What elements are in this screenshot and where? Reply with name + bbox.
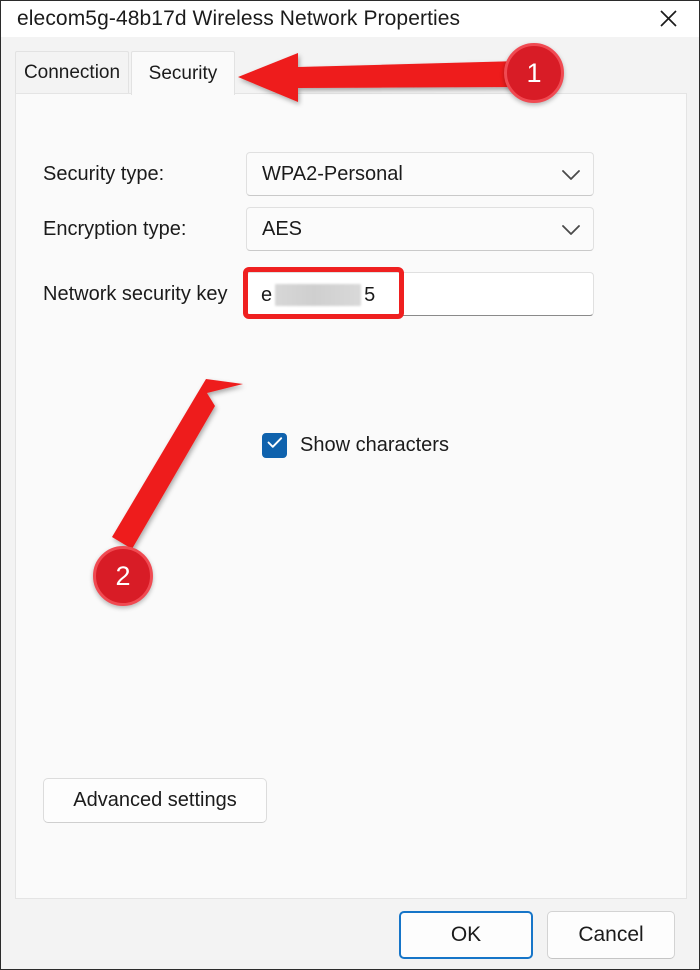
advanced-settings-label: Advanced settings bbox=[73, 789, 236, 812]
show-characters-checkbox[interactable]: Show characters bbox=[262, 430, 449, 460]
tab-security[interactable]: Security bbox=[131, 51, 235, 95]
window-title: elecom5g-48b17d Wireless Network Propert… bbox=[17, 5, 460, 33]
security-type-dropdown[interactable]: WPA2-Personal bbox=[246, 152, 594, 196]
close-button[interactable] bbox=[645, 1, 691, 35]
checkbox-box bbox=[262, 433, 287, 458]
wireless-network-properties-dialog: elecom5g-48b17d Wireless Network Propert… bbox=[0, 0, 700, 970]
network-security-key-value: e 5 bbox=[261, 273, 375, 316]
cancel-button[interactable]: Cancel bbox=[547, 911, 675, 959]
tab-strip: Connection Security bbox=[1, 37, 699, 95]
encryption-type-row: Encryption type: AES bbox=[16, 207, 686, 251]
close-icon bbox=[659, 9, 678, 28]
security-type-row: Security type: WPA2-Personal bbox=[16, 152, 686, 196]
network-security-key-input[interactable]: e 5 bbox=[246, 272, 594, 316]
security-type-value: WPA2-Personal bbox=[262, 153, 403, 197]
chevron-down-icon bbox=[562, 153, 580, 197]
encryption-type-dropdown[interactable]: AES bbox=[246, 207, 594, 251]
dialog-footer: OK Cancel bbox=[1, 899, 699, 969]
redaction-block bbox=[275, 284, 361, 306]
ok-button[interactable]: OK bbox=[399, 911, 533, 959]
key-prefix: e bbox=[261, 284, 272, 307]
checkmark-icon bbox=[267, 436, 283, 454]
network-security-key-row: Network security key e 5 bbox=[16, 272, 686, 316]
chevron-down-icon bbox=[562, 208, 580, 252]
tab-connection[interactable]: Connection bbox=[15, 51, 129, 93]
advanced-settings-button[interactable]: Advanced settings bbox=[43, 778, 267, 823]
title-bar: elecom5g-48b17d Wireless Network Propert… bbox=[1, 1, 699, 37]
security-tab-panel: Security type: WPA2-Personal Encryption … bbox=[15, 93, 687, 899]
tab-security-label: Security bbox=[149, 63, 218, 85]
encryption-type-label: Encryption type: bbox=[43, 207, 186, 251]
show-characters-label: Show characters bbox=[300, 434, 449, 457]
security-type-label: Security type: bbox=[43, 152, 164, 196]
encryption-type-value: AES bbox=[262, 208, 302, 252]
tab-connection-label: Connection bbox=[24, 62, 120, 84]
key-suffix: 5 bbox=[364, 284, 375, 307]
ok-button-label: OK bbox=[451, 923, 481, 947]
cancel-button-label: Cancel bbox=[578, 923, 643, 947]
network-security-key-label: Network security key bbox=[43, 272, 228, 316]
